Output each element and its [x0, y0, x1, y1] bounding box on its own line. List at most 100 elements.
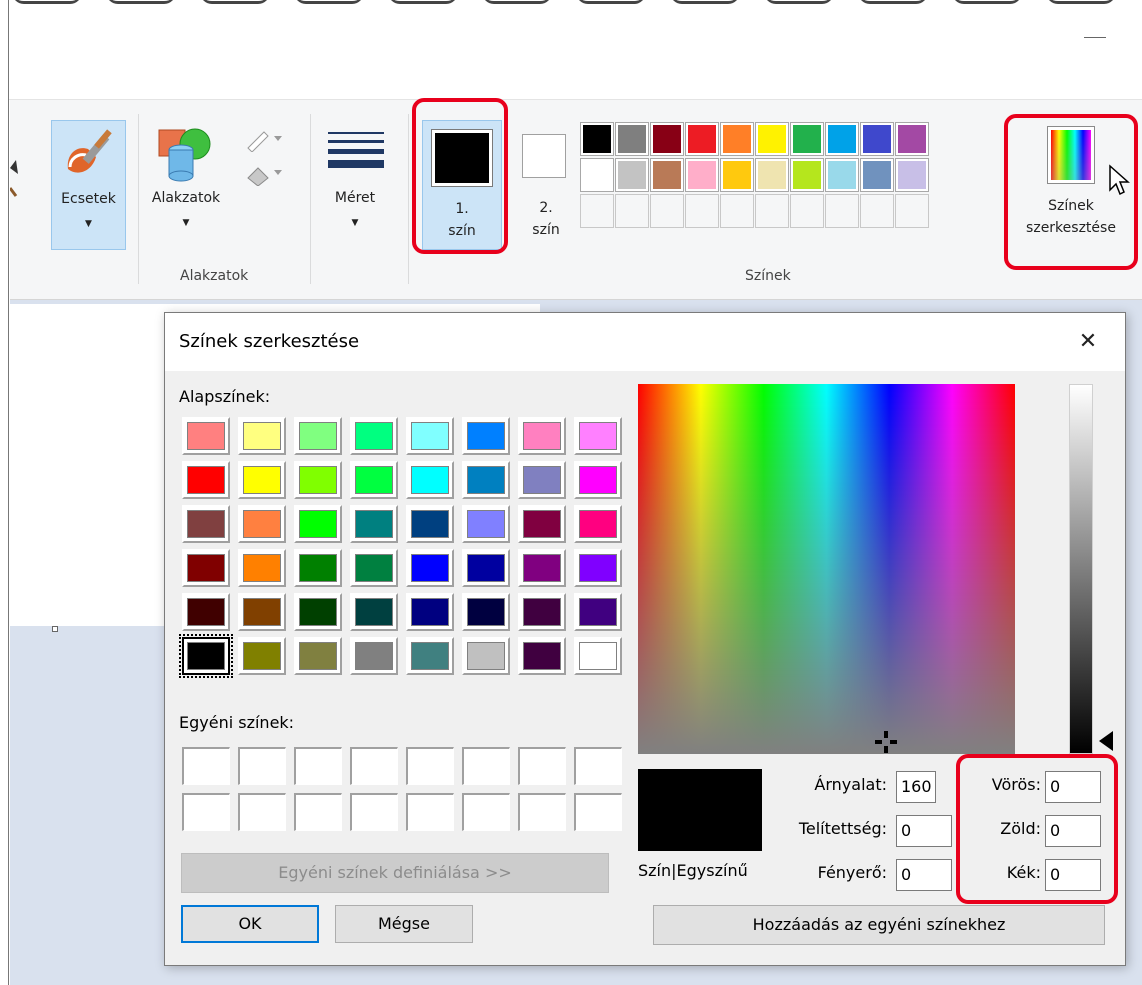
- red-field[interactable]: 0: [1045, 771, 1101, 803]
- basic-color-swatch[interactable]: [574, 549, 622, 587]
- custom-color-swatch[interactable]: [462, 793, 510, 831]
- ok-button[interactable]: OK: [181, 905, 319, 943]
- basic-color-swatch[interactable]: [294, 637, 342, 675]
- close-icon[interactable]: ✕: [1071, 327, 1105, 357]
- palette-swatch[interactable]: [825, 122, 859, 156]
- define-custom-colors-button[interactable]: Egyéni színek definiálása >>: [181, 853, 609, 893]
- palette-swatch[interactable]: [685, 194, 719, 228]
- custom-color-swatch[interactable]: [238, 747, 286, 785]
- basic-color-swatch[interactable]: [518, 549, 566, 587]
- palette-swatch[interactable]: [895, 194, 929, 228]
- basic-color-swatch[interactable]: [518, 461, 566, 499]
- custom-color-swatch[interactable]: [238, 793, 286, 831]
- basic-color-swatch[interactable]: [182, 549, 230, 587]
- basic-color-swatch[interactable]: [574, 593, 622, 631]
- basic-color-swatch[interactable]: [182, 417, 230, 455]
- palette-swatch[interactable]: [790, 194, 824, 228]
- basic-color-swatch[interactable]: [406, 593, 454, 631]
- add-to-custom-colors-button[interactable]: Hozzáadás az egyéni színekhez: [653, 905, 1105, 945]
- basic-color-swatch[interactable]: [350, 549, 398, 587]
- custom-color-swatch[interactable]: [406, 793, 454, 831]
- basic-color-swatch[interactable]: [574, 505, 622, 543]
- palette-swatch[interactable]: [755, 158, 789, 192]
- basic-color-swatch[interactable]: [294, 505, 342, 543]
- palette-swatch[interactable]: [860, 122, 894, 156]
- basic-color-swatch[interactable]: [350, 417, 398, 455]
- cancel-button[interactable]: Mégse: [335, 905, 473, 943]
- basic-color-swatch[interactable]: [350, 505, 398, 543]
- color-2-button[interactable]: 2. szín: [512, 120, 580, 250]
- palette-swatch[interactable]: [650, 194, 684, 228]
- basic-color-swatch[interactable]: [294, 549, 342, 587]
- palette-swatch[interactable]: [720, 194, 754, 228]
- basic-color-swatch[interactable]: [238, 637, 286, 675]
- palette-swatch[interactable]: [790, 122, 824, 156]
- basic-color-swatch[interactable]: [294, 461, 342, 499]
- basic-color-swatch[interactable]: [574, 637, 622, 675]
- palette-swatch[interactable]: [895, 158, 929, 192]
- palette-swatch[interactable]: [860, 194, 894, 228]
- basic-color-swatch[interactable]: [518, 417, 566, 455]
- basic-color-swatch[interactable]: [350, 637, 398, 675]
- palette-swatch[interactable]: [790, 158, 824, 192]
- palette-swatch[interactable]: [650, 122, 684, 156]
- saturation-field[interactable]: 0: [896, 815, 952, 847]
- palette-swatch[interactable]: [685, 158, 719, 192]
- brushes-button[interactable]: Ecsetek ▼: [51, 120, 126, 250]
- basic-color-swatch[interactable]: [182, 593, 230, 631]
- palette-swatch[interactable]: [615, 158, 649, 192]
- fill-icon[interactable]: [244, 164, 290, 186]
- basic-color-swatch[interactable]: [574, 461, 622, 499]
- basic-color-swatch[interactable]: [350, 461, 398, 499]
- basic-color-swatch[interactable]: [406, 417, 454, 455]
- custom-color-swatch[interactable]: [462, 747, 510, 785]
- palette-swatch[interactable]: [825, 158, 859, 192]
- palette-swatch[interactable]: [755, 122, 789, 156]
- basic-color-swatch[interactable]: [406, 637, 454, 675]
- palette-swatch[interactable]: [580, 158, 614, 192]
- basic-color-swatch[interactable]: [406, 549, 454, 587]
- basic-color-swatch[interactable]: [238, 549, 286, 587]
- custom-color-swatch[interactable]: [574, 747, 622, 785]
- custom-color-swatch[interactable]: [294, 793, 342, 831]
- basic-color-swatch[interactable]: [518, 593, 566, 631]
- basic-color-swatch[interactable]: [238, 461, 286, 499]
- custom-color-swatch[interactable]: [182, 793, 230, 831]
- palette-swatch[interactable]: [720, 158, 754, 192]
- basic-color-swatch[interactable]: [350, 593, 398, 631]
- palette-swatch[interactable]: [580, 122, 614, 156]
- basic-color-swatch[interactable]: [462, 505, 510, 543]
- hue-field[interactable]: 160: [896, 771, 936, 803]
- basic-color-swatch[interactable]: [462, 417, 510, 455]
- palette-swatch[interactable]: [615, 122, 649, 156]
- basic-color-swatch[interactable]: [182, 461, 230, 499]
- palette-swatch[interactable]: [580, 194, 614, 228]
- luminance-slider-handle[interactable]: [1099, 731, 1113, 751]
- color-spectrum[interactable]: [638, 384, 1015, 754]
- basic-color-swatch[interactable]: [462, 637, 510, 675]
- luminance-field[interactable]: 0: [896, 859, 952, 891]
- basic-color-swatch[interactable]: [238, 593, 286, 631]
- palette-swatch[interactable]: [755, 194, 789, 228]
- basic-color-swatch[interactable]: [182, 505, 230, 543]
- basic-color-swatch[interactable]: [406, 505, 454, 543]
- palette-swatch[interactable]: [860, 158, 894, 192]
- minimize-button[interactable]: [1084, 37, 1106, 38]
- custom-color-swatch[interactable]: [518, 793, 566, 831]
- basic-color-swatch[interactable]: [238, 505, 286, 543]
- size-button[interactable]: Méret ▼: [320, 120, 390, 250]
- basic-color-swatch[interactable]: [462, 549, 510, 587]
- outline-icon[interactable]: [244, 130, 290, 152]
- blue-field[interactable]: 0: [1045, 859, 1101, 891]
- green-field[interactable]: 0: [1045, 815, 1101, 847]
- palette-swatch[interactable]: [895, 122, 929, 156]
- basic-color-swatch[interactable]: [179, 634, 233, 678]
- palette-swatch[interactable]: [825, 194, 859, 228]
- palette-swatch[interactable]: [685, 122, 719, 156]
- palette-swatch[interactable]: [650, 158, 684, 192]
- basic-color-swatch[interactable]: [238, 417, 286, 455]
- luminance-slider[interactable]: [1069, 384, 1093, 754]
- color-1-button[interactable]: 1. szín: [422, 120, 502, 250]
- custom-color-swatch[interactable]: [182, 747, 230, 785]
- custom-color-swatch[interactable]: [574, 793, 622, 831]
